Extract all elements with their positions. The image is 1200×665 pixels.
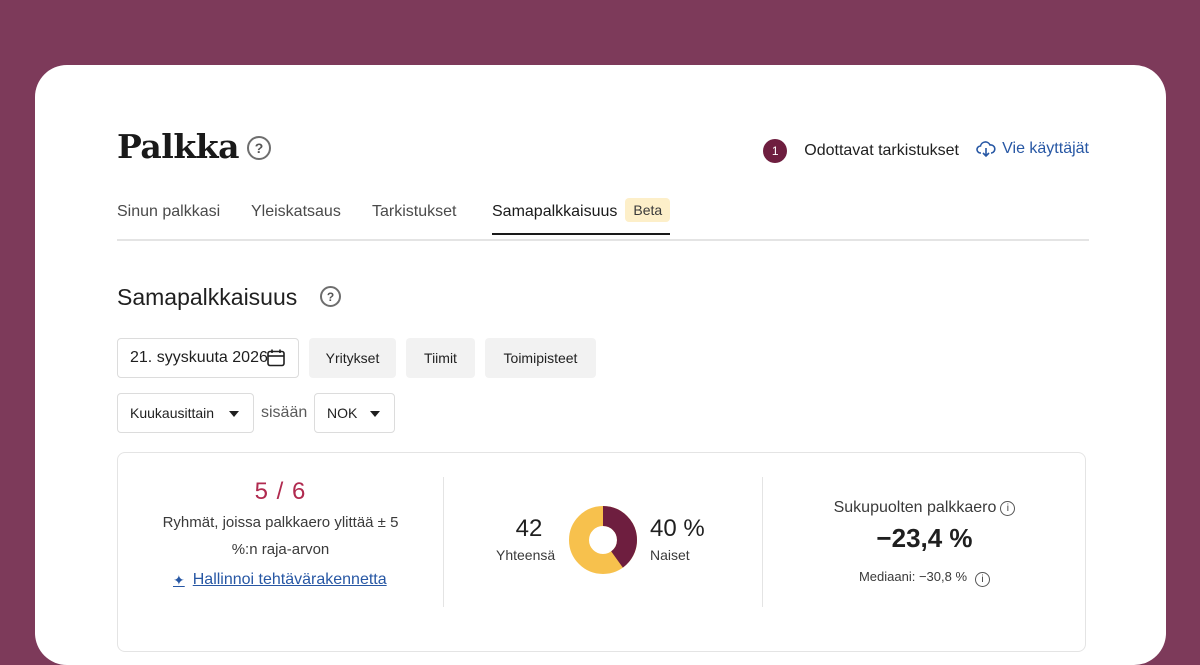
pending-reviews-label: Odottavat tarkistukset xyxy=(804,142,959,159)
teams-filter-button[interactable]: Tiimit xyxy=(406,338,475,378)
total-count-value: 42 xyxy=(515,515,543,542)
info-circle-icon[interactable]: i xyxy=(1000,501,1016,516)
beta-badge: Beta xyxy=(625,198,671,222)
groups-exceeding-value: 5 / 6 xyxy=(254,478,307,505)
currency-value: NOK xyxy=(327,405,358,421)
date-picker[interactable]: 21. syyskuuta 2026 xyxy=(117,338,299,378)
caret-down-icon xyxy=(229,411,239,417)
page-title: Palkka xyxy=(117,127,239,166)
gender-pay-gap-value: −23,4 % xyxy=(876,523,973,553)
export-users-label: Vie käyttäjät xyxy=(1002,140,1089,157)
period-select[interactable]: Kuukausittain xyxy=(117,393,254,433)
export-users-button[interactable]: Vie käyttäjät xyxy=(976,140,1089,158)
caret-down-icon xyxy=(370,411,380,417)
stats-panel: 5 / 6 Ryhmät, joissa palkkaero ylittää ±… xyxy=(117,452,1086,652)
cloud-download-icon xyxy=(976,141,996,158)
calendar-icon xyxy=(267,349,285,367)
section-title: Samapalkkaisuus xyxy=(117,284,298,310)
tab-equal-pay-label: Samapalkkaisuus xyxy=(492,203,618,220)
gender-donut-chart xyxy=(569,506,637,574)
period-value: Kuukausittain xyxy=(130,405,215,421)
date-value: 21. syyskuuta 2026 xyxy=(130,349,268,366)
pending-count-badge: 1 xyxy=(763,139,788,163)
tab-reviews[interactable]: Tarkistukset xyxy=(372,203,456,221)
median-gap: Mediaani: −30,8 % i xyxy=(762,569,1087,587)
tab-equal-pay[interactable]: Samapalkkaisuus Beta xyxy=(492,198,671,235)
tab-bar: Sinun palkkasi Yleiskatsaus Tarkistukset… xyxy=(117,193,1089,241)
divider xyxy=(443,477,444,607)
pending-reviews-button[interactable]: 1 Odottavat tarkistukset xyxy=(763,139,959,163)
total-count-label: Yhteensä xyxy=(496,547,556,563)
page-header: Palkka ? 1 Odottavat tarkistukset Vie kä… xyxy=(117,127,1089,175)
main-card: Palkka ? 1 Odottavat tarkistukset Vie kä… xyxy=(35,65,1166,665)
manage-job-structure-label: Hallinnoi tehtävärakennetta xyxy=(192,571,387,588)
women-share-value: 40 % xyxy=(650,515,705,542)
info-circle-icon[interactable]: i xyxy=(975,572,991,587)
gender-pay-gap-label: Sukupuolten palkkaero xyxy=(833,499,997,516)
tab-your-salary[interactable]: Sinun palkkasi xyxy=(117,203,220,221)
question-circle-icon[interactable]: ? xyxy=(247,136,271,160)
tab-overview[interactable]: Yleiskatsaus xyxy=(251,203,341,221)
sparkle-icon: ✦ xyxy=(173,571,185,588)
women-share-label: Naiset xyxy=(650,547,690,563)
groups-exceeding-description: Ryhmät, joissa palkkaero ylittää ± 5 %:n… xyxy=(162,514,399,558)
question-circle-icon[interactable]: ? xyxy=(320,286,341,307)
locations-filter-button[interactable]: Toimipisteet xyxy=(485,338,596,378)
median-gap-label: Mediaani: −30,8 % xyxy=(858,569,968,584)
gender-pay-gap-title: Sukupuolten palkkaero i xyxy=(762,499,1087,517)
manage-job-structure-link[interactable]: ✦ Hallinnoi tehtävärakennetta xyxy=(173,571,387,589)
within-label: sisään xyxy=(261,404,308,421)
currency-select[interactable]: NOK xyxy=(314,393,395,433)
companies-filter-button[interactable]: Yritykset xyxy=(309,338,396,378)
